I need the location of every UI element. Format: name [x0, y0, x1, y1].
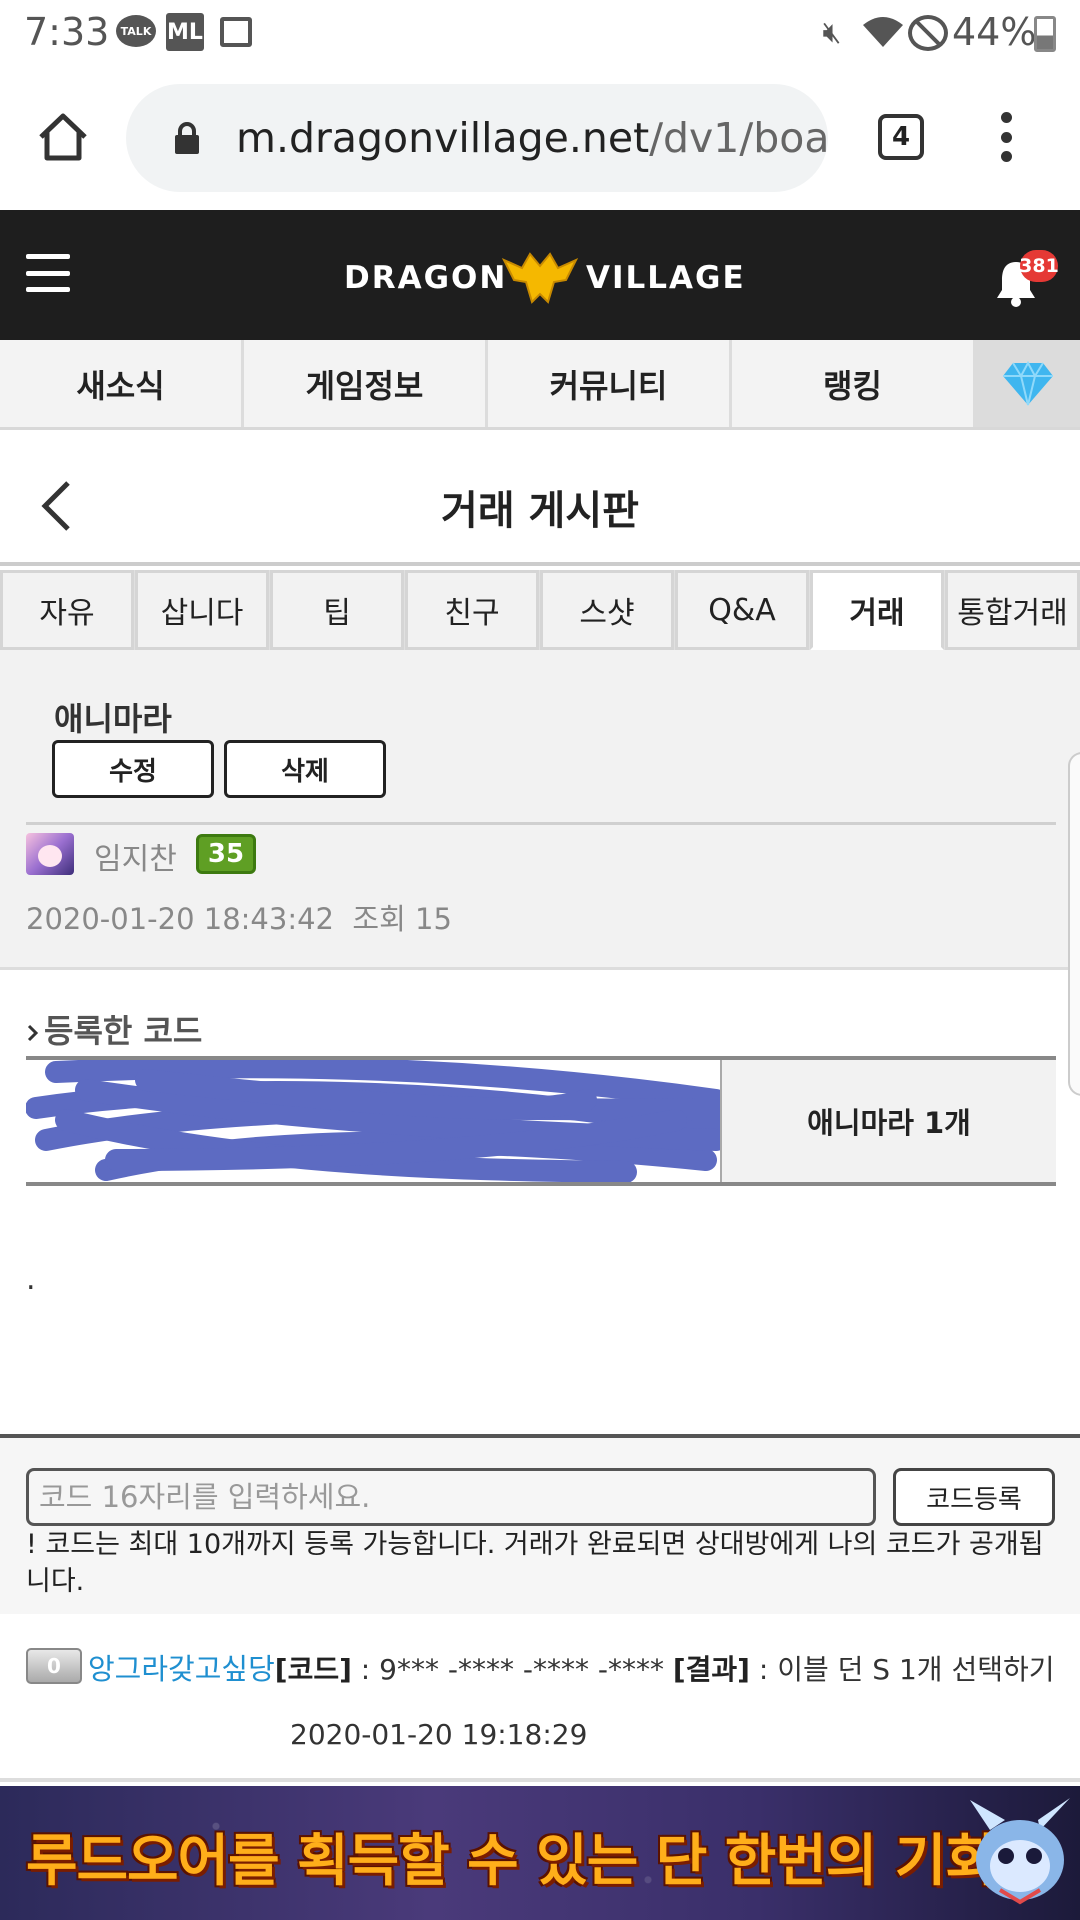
diamond-icon[interactable] [976, 340, 1080, 427]
delete-button[interactable]: 삭제 [224, 740, 386, 798]
nav-item-ranking[interactable]: 랭킹 [732, 340, 976, 427]
logo-text-right: VILLAGE [586, 260, 746, 296]
battery-percentage: 44% [952, 10, 1037, 54]
tab-free[interactable]: 자유 [0, 570, 134, 650]
result-value: : 이블 던 S 1개 선택하기 [749, 1653, 1055, 1686]
tab-screenshots[interactable]: 스샷 [540, 570, 674, 650]
browser-toolbar: m.dragonvillage.net/dv1/board 4 [0, 66, 1080, 210]
ml-app-icon: ML [166, 13, 204, 51]
more-options-icon[interactable] [996, 112, 1016, 162]
tab-tips[interactable]: 팁 [270, 570, 404, 650]
redaction-scribble [26, 1060, 720, 1182]
edit-button[interactable]: 수정 [52, 740, 214, 798]
board-tabs: 자유 삽니다 팁 친구 스샷 Q&A 거래 통합거래 [0, 570, 1080, 650]
url-path: /dv1/board [649, 114, 828, 162]
notification-count-badge: 381 [1019, 250, 1059, 282]
comment-item: 0 앙그라갖고싶당[코드] : 9*** -**** -**** -**** [… [0, 1614, 1080, 1782]
post-title: 애니마라 [54, 700, 172, 738]
tab-integrated-trade[interactable]: 통합거래 [945, 570, 1080, 650]
author-name[interactable]: 임지찬 [94, 834, 177, 878]
wifi-icon [860, 14, 906, 50]
scrollbar[interactable] [1068, 752, 1080, 1096]
image-icon [220, 17, 252, 47]
nav-item-community[interactable]: 커뮤니티 [488, 340, 732, 427]
dragon-character-icon [970, 1798, 1070, 1905]
tab-qna[interactable]: Q&A [675, 570, 809, 650]
dragon-emblem-icon [501, 252, 579, 304]
lock-icon [174, 122, 200, 154]
battery-icon [1034, 16, 1056, 52]
comment-time: 2020-01-20 19:18:29 [290, 1718, 588, 1751]
chevron-right-icon [27, 1024, 39, 1042]
tab-trade[interactable]: 거래 [810, 570, 944, 650]
avatar[interactable] [26, 833, 74, 875]
status-time: 7:33 [24, 10, 110, 54]
banner-text: 루드오어를 획득할 수 있는 단 한번의 기회 [26, 1829, 997, 1894]
kakaotalk-icon: TALK [116, 15, 156, 47]
level-badge: 35 [196, 834, 256, 874]
address-bar[interactable]: m.dragonvillage.net/dv1/board [126, 84, 828, 192]
nav-item-game-info[interactable]: 게임정보 [244, 340, 488, 427]
tab-friends[interactable]: 친구 [405, 570, 539, 650]
code-item: 애니마라 1개 [722, 1060, 1056, 1182]
code-input-area: 코드등록 ! 코드는 최대 10개까지 등록 가능합니다. 거래가 완료되면 상… [0, 1434, 1080, 1614]
nav-item-news[interactable]: 새소식 [0, 340, 244, 427]
post-body: . [26, 1262, 36, 1297]
do-not-disturb-icon [908, 15, 948, 51]
result-tag: [결과] [672, 1653, 750, 1686]
comment-line: 앙그라갖고싶당[코드] : 9*** -**** -**** -**** [결과… [88, 1646, 1055, 1688]
post-meta: 2020-01-20 18:43:42 조회 15 [26, 902, 452, 936]
page-title: 거래 게시판 [441, 488, 639, 534]
post-header: 애니마라 수정 삭제 임지찬 35 2020-01-20 18:43:42 조회… [0, 650, 1080, 970]
tab-buy[interactable]: 삽니다 [135, 570, 269, 650]
status-bar: 7:33 TALK ML 🔇︎ 44% [0, 0, 1080, 66]
url-host: m.dragonvillage.net [236, 114, 650, 162]
code-table: 애니마라 1개 [26, 1056, 1056, 1186]
comment-user[interactable]: 앙그라갖고싶당 [88, 1652, 275, 1686]
url-text: m.dragonvillage.net/dv1/board [236, 114, 828, 162]
code-value: : 9*** -**** -**** -**** [351, 1653, 673, 1686]
comment-badge: 0 [26, 1648, 82, 1684]
code-input[interactable] [26, 1468, 876, 1526]
board-header: 거래 게시판 [0, 430, 1080, 566]
code-notice: ! 코드는 최대 10개까지 등록 가능합니다. 거래가 완료되면 상대방에게 … [26, 1529, 1044, 1597]
mute-icon: 🔇︎ [822, 14, 842, 50]
logo-text-left: DRAGON [344, 260, 508, 296]
tab-switcher-button[interactable]: 4 [878, 114, 924, 160]
code-tag: [코드] [274, 1653, 352, 1686]
hamburger-icon[interactable] [26, 254, 70, 292]
site-logo[interactable]: DRAGON VILLAGE [340, 248, 744, 308]
site-header: DRAGON VILLAGE [0, 210, 1080, 340]
registered-codes-text: 등록한 코드 [44, 1012, 203, 1050]
promo-banner[interactable]: 루드오어를 획득할 수 있는 단 한번의 기회 [0, 1786, 1080, 1920]
home-icon[interactable] [36, 110, 90, 164]
code-cell-redacted [26, 1060, 722, 1182]
registered-codes-label: 등록한 코드 [26, 1006, 202, 1052]
divider [26, 822, 1056, 825]
main-nav: 새소식 게임정보 커뮤니티 랭킹 [0, 340, 1080, 430]
register-code-button[interactable]: 코드등록 [893, 1468, 1055, 1526]
